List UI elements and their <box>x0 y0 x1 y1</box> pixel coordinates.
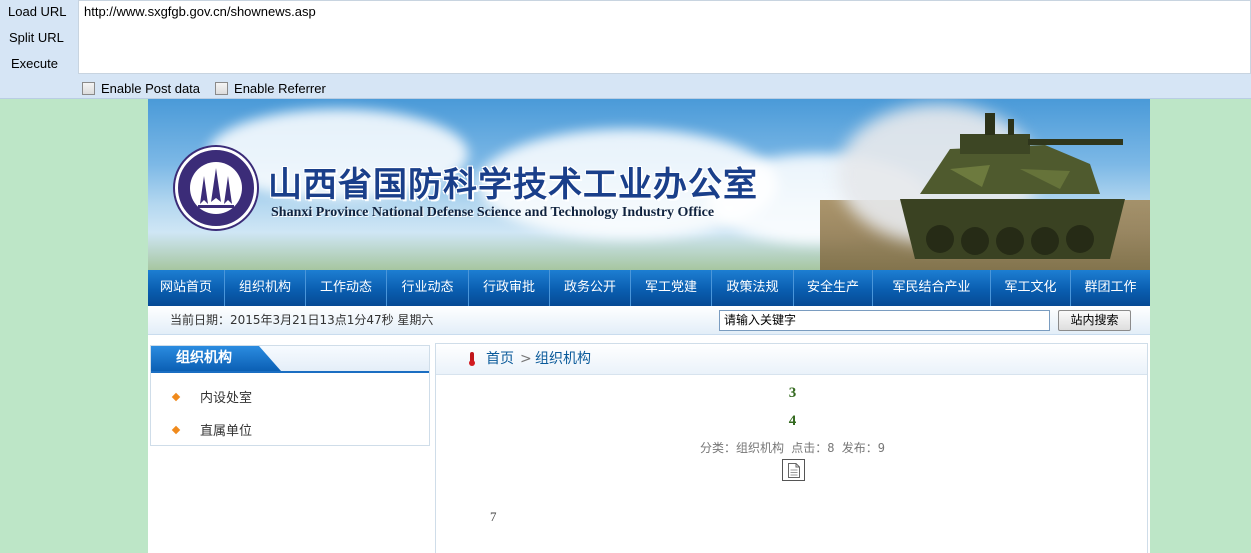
nav-item-culture[interactable]: 军工文化 <box>991 270 1071 306</box>
thermometer-icon <box>469 352 475 367</box>
sidebar-item-affiliated-units[interactable]: 直属单位 <box>171 420 253 439</box>
sidebar-item-internal-departments[interactable]: 内设处室 <box>171 387 253 406</box>
site-search-input[interactable]: 请输入关键字 <box>719 310 1050 331</box>
hackbar-toolbar: Load URL Split URL Execute http://www.sx… <box>0 0 1251 99</box>
breadcrumb-current-link[interactable]: 组织机构 <box>535 344 591 375</box>
article-title-line-1: 3 <box>788 385 797 401</box>
split-url-button[interactable]: Split URL <box>0 26 78 52</box>
enable-post-data-label: Enable Post data <box>101 80 201 96</box>
content-panel: 首页 > 组织机构 3 4 分类：组织机构 点击：8 发布：9 7 <box>435 343 1148 553</box>
main-navigation: 网站首页 组织机构 工作动态 行业动态 行政审批 政务公开 军工党建 政策法规 … <box>148 270 1150 306</box>
nav-item-civil-military[interactable]: 军民结合产业 <box>873 270 991 306</box>
emblem-center <box>190 162 242 214</box>
current-date: 当前日期：2015年3月21日13点1分47秒 星期六 <box>170 313 434 327</box>
enable-post-data-option[interactable]: Enable Post data <box>82 81 200 96</box>
execute-button[interactable]: Execute <box>0 52 78 78</box>
breadcrumb: 首页 > 组织机构 <box>436 344 1147 375</box>
nav-item-policies[interactable]: 政策法规 <box>712 270 794 306</box>
enable-referrer-option[interactable]: Enable Referrer <box>215 81 326 96</box>
nav-item-work-news[interactable]: 工作动态 <box>306 270 387 306</box>
nav-item-administrative-approval[interactable]: 行政审批 <box>469 270 550 306</box>
article-body: 7 <box>490 509 497 524</box>
bullet-icon <box>171 425 181 434</box>
hackbar-commands: Load URL Split URL Execute <box>0 0 78 78</box>
url-textarea[interactable]: http://www.sxgfgb.gov.cn/shownews.asp <box>78 0 1251 74</box>
site-title-chinese: 山西省国防科学技术工业办公室 <box>268 167 758 204</box>
document-page-icon <box>788 463 800 478</box>
site-title-english: Shanxi Province National Defense Science… <box>271 205 715 220</box>
enable-referrer-label: Enable Referrer <box>234 80 326 96</box>
site-search-button[interactable]: 站内搜索 <box>1058 310 1131 331</box>
load-url-button[interactable]: Load URL <box>0 0 78 26</box>
nav-item-organization[interactable]: 组织机构 <box>225 270 306 306</box>
sidebar-item-label: 直属单位 <box>200 424 253 439</box>
breadcrumb-home-link[interactable]: 首页 <box>486 344 514 375</box>
nav-item-home[interactable]: 网站首页 <box>148 270 225 306</box>
bullet-icon <box>171 392 181 401</box>
tank-image <box>900 113 1125 259</box>
sidebar-item-label: 内设处室 <box>200 391 253 406</box>
sidebar-title: 组织机构 <box>151 346 281 371</box>
nav-item-party-building[interactable]: 军工党建 <box>631 270 712 306</box>
nav-item-government-affairs[interactable]: 政务公开 <box>550 270 631 306</box>
hackbar-options: Enable Post data Enable Referrer <box>82 78 341 98</box>
article-meta: 分类：组织机构 点击：8 发布：9 <box>700 441 885 455</box>
document-icon[interactable] <box>782 459 805 481</box>
nav-item-group-work[interactable]: 群团工作 <box>1071 270 1150 306</box>
enable-referrer-checkbox[interactable] <box>215 81 229 95</box>
info-bar: 当前日期：2015年3月21日13点1分47秒 星期六 请输入关键字 站内搜索 <box>148 306 1150 335</box>
emblem-rockets-icon <box>198 168 234 208</box>
website: 山西省国防科学技术工业办公室 Shanxi Province National … <box>148 99 1150 553</box>
breadcrumb-separator: > <box>520 351 532 367</box>
sidebar-header: 组织机构 <box>151 346 429 373</box>
nav-item-industry-news[interactable]: 行业动态 <box>387 270 469 306</box>
site-banner: 山西省国防科学技术工业办公室 Shanxi Province National … <box>148 99 1150 270</box>
sidebar: 组织机构 内设处室 直属单位 <box>150 345 430 446</box>
enable-post-data-checkbox[interactable] <box>82 81 95 95</box>
article-title-line-2: 4 <box>788 413 797 429</box>
nav-item-safety[interactable]: 安全生产 <box>794 270 873 306</box>
office-emblem-logo <box>175 147 257 229</box>
